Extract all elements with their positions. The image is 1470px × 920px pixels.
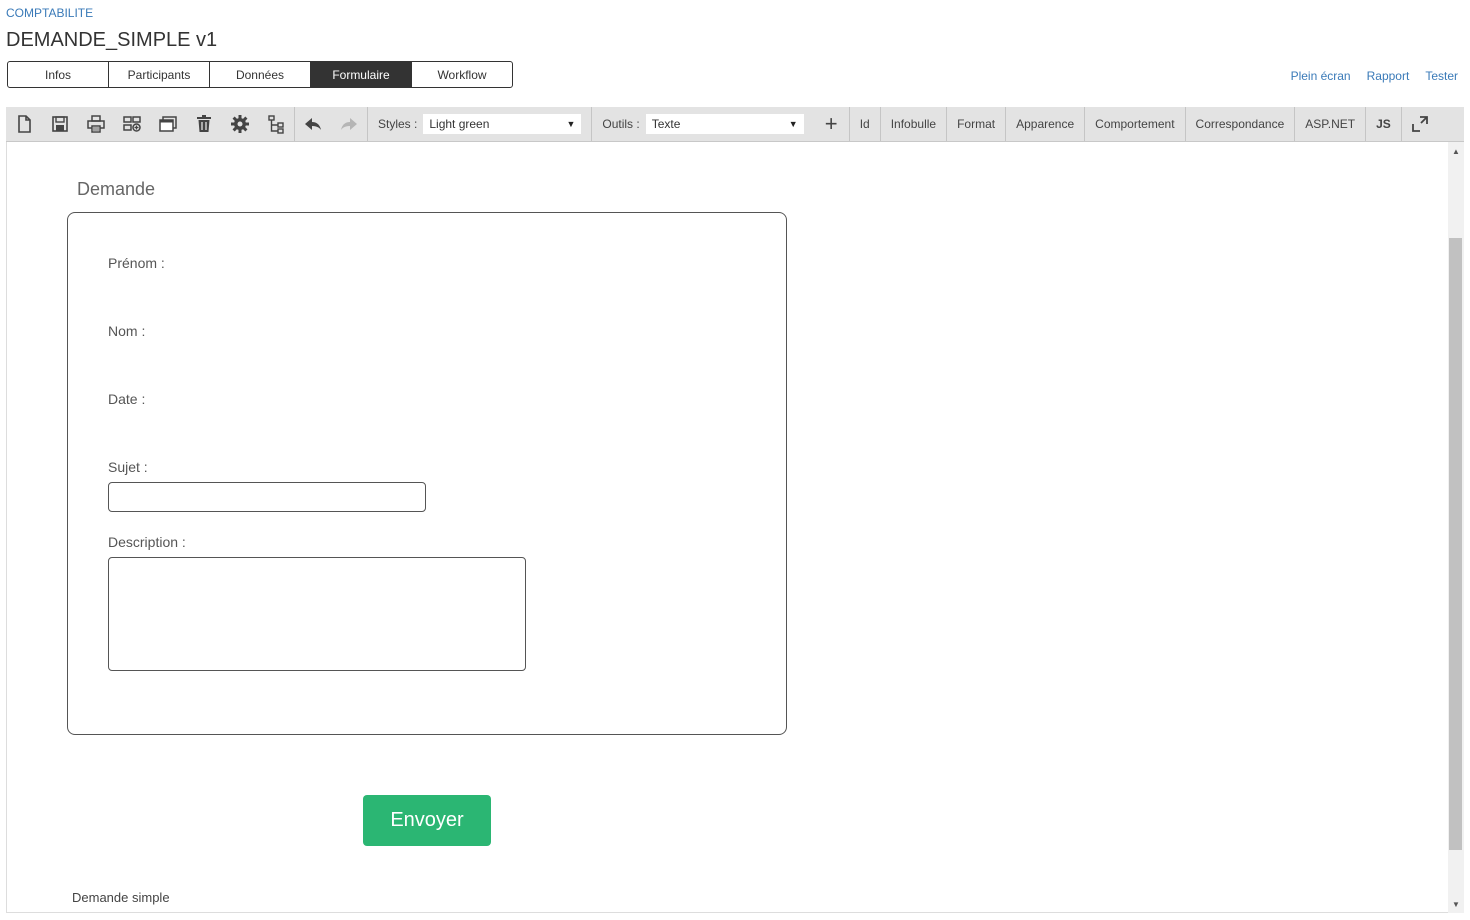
redo-icon[interactable] xyxy=(331,107,367,141)
toolbar-js[interactable]: JS xyxy=(1366,107,1402,141)
expand-icon[interactable] xyxy=(1402,107,1438,141)
styles-group: Styles : Light green ▼ xyxy=(368,107,591,141)
toolbar-format[interactable]: Format xyxy=(947,107,1007,141)
delete-icon[interactable] xyxy=(186,107,222,141)
scroll-down-icon[interactable]: ▼ xyxy=(1448,897,1464,911)
top-links: Plein écran Rapport Tester xyxy=(1291,69,1458,83)
toolbar-comportement[interactable]: Comportement xyxy=(1085,107,1186,141)
add-icon[interactable]: + xyxy=(814,107,850,141)
tab-bar: Infos Participants Données Formulaire Wo… xyxy=(7,61,513,88)
save-icon[interactable] xyxy=(42,107,78,141)
scroll-up-icon[interactable]: ▲ xyxy=(1448,144,1464,158)
tab-infos[interactable]: Infos xyxy=(8,62,109,87)
styles-value: Light green xyxy=(429,117,490,131)
description-textarea[interactable] xyxy=(108,557,526,671)
new-document-icon[interactable] xyxy=(6,107,42,141)
section-legend: Demande xyxy=(77,179,156,199)
form-footer-label: Demande simple xyxy=(72,890,170,905)
report-link[interactable]: Rapport xyxy=(1367,69,1410,83)
fullscreen-link[interactable]: Plein écran xyxy=(1291,69,1351,83)
page-title: DEMANDE_SIMPLE v1 xyxy=(6,29,218,51)
settings-icon[interactable] xyxy=(222,107,258,141)
window-icon[interactable] xyxy=(150,107,186,141)
toolbar-id[interactable]: Id xyxy=(850,107,881,141)
styles-label: Styles : xyxy=(378,117,418,131)
toolbar-infobulle[interactable]: Infobulle xyxy=(881,107,948,141)
styles-select[interactable]: Light green ▼ xyxy=(423,114,582,134)
tree-icon[interactable] xyxy=(258,107,294,141)
dropdown-arrow-icon: ▼ xyxy=(788,119,798,129)
vertical-scrollbar[interactable]: ▲ ▼ xyxy=(1448,142,1464,913)
undo-icon[interactable] xyxy=(295,107,331,141)
prenom-label: Prénom : xyxy=(108,255,165,271)
sujet-input[interactable] xyxy=(108,482,426,512)
editor-toolbar: Styles : Light green ▼ Outils : Texte ▼ … xyxy=(6,107,1464,142)
description-label: Description : xyxy=(108,534,186,550)
nom-label: Nom : xyxy=(108,323,146,339)
tab-donnees[interactable]: Données xyxy=(210,62,311,87)
test-link[interactable]: Tester xyxy=(1425,69,1458,83)
print-icon[interactable] xyxy=(78,107,114,141)
breadcrumb[interactable]: COMPTABILITE xyxy=(6,6,93,20)
add-section-icon[interactable] xyxy=(114,107,150,141)
toolbar-correspondance[interactable]: Correspondance xyxy=(1186,107,1296,141)
tools-label: Outils : xyxy=(602,117,640,131)
scrollbar-thumb[interactable] xyxy=(1449,238,1462,850)
tools-select[interactable]: Texte ▼ xyxy=(645,114,804,134)
dropdown-arrow-icon: ▼ xyxy=(566,119,576,129)
tab-formulaire[interactable]: Formulaire xyxy=(311,62,412,87)
tools-value: Texte xyxy=(651,117,681,131)
toolbar-aspnet[interactable]: ASP.NET xyxy=(1295,107,1367,141)
toolbar-apparence[interactable]: Apparence xyxy=(1006,107,1086,141)
submit-button[interactable]: Envoyer xyxy=(363,795,491,846)
date-label: Date : xyxy=(108,391,146,407)
tools-group: Outils : Texte ▼ xyxy=(592,107,813,141)
sujet-label: Sujet : xyxy=(108,459,148,475)
tab-participants[interactable]: Participants xyxy=(109,62,210,87)
tab-workflow[interactable]: Workflow xyxy=(412,62,512,87)
